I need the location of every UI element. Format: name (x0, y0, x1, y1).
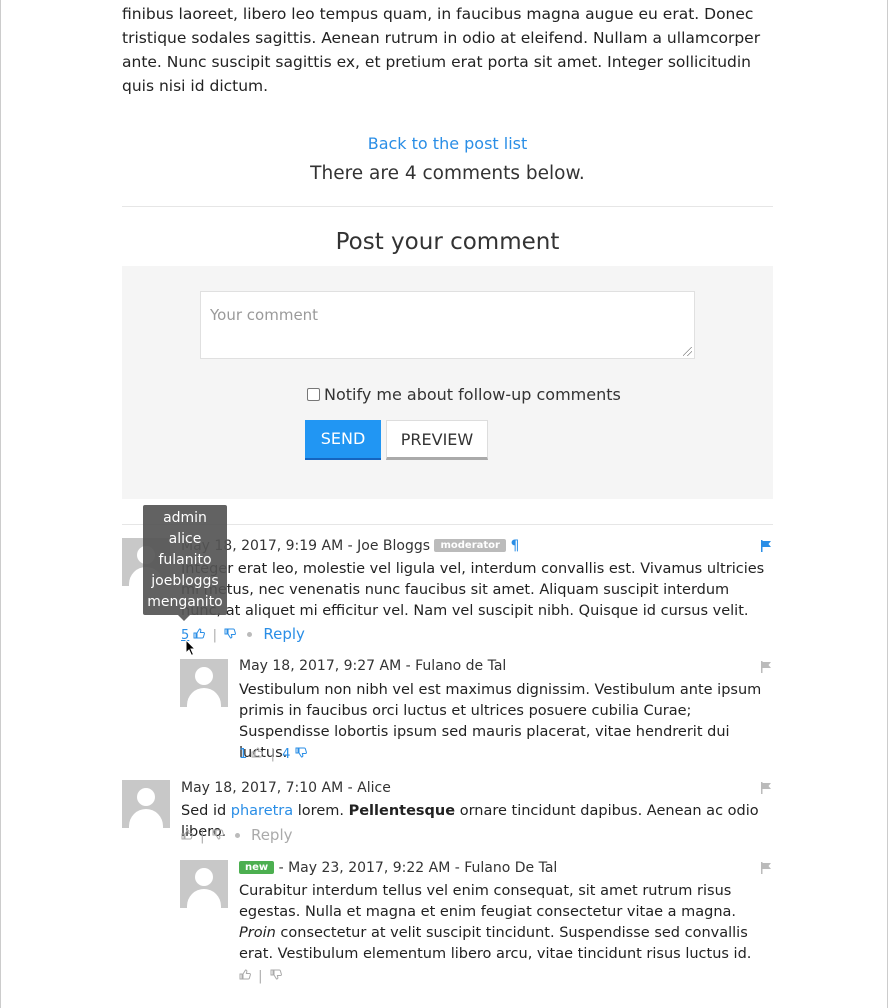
comment-date[interactable]: May 18, 2017, 7:10 AM (181, 780, 343, 796)
comment-author: Joe Bloggs (357, 538, 431, 554)
comment-author: Fulano de Tal (415, 658, 507, 674)
avatar (180, 860, 228, 908)
comment-date[interactable]: May 23, 2017, 9:22 AM (288, 860, 450, 876)
separator-dot (234, 833, 240, 838)
comment-meta: May 18, 2017, 7:10 AM - Alice (181, 780, 391, 796)
avatar (122, 780, 170, 828)
separator-dot (247, 632, 253, 637)
comment-actions: | Reply (181, 826, 293, 844)
separator: | (212, 628, 217, 643)
thumbs-down-icon[interactable] (270, 969, 282, 980)
comment-text: Curabitur interdum tellus vel enim conse… (239, 883, 752, 962)
comment-placeholder: Your comment (210, 306, 319, 324)
notify-checkbox[interactable] (307, 388, 320, 401)
tooltip-user: joebloggs (151, 573, 219, 589)
flag-icon[interactable] (760, 782, 772, 794)
tooltip-arrow (178, 615, 190, 621)
post-comment-title: Post your comment (335, 229, 560, 255)
comment-meta: May 18, 2017, 9:27 AM - Fulano de Tal (239, 658, 507, 674)
comment-meta: May 18, 2017, 9:19 AM - Joe Bloggs moder… (181, 538, 520, 554)
back-to-post-list-link[interactable]: Back to the post list (122, 134, 773, 153)
flag-icon[interactable] (760, 661, 772, 673)
flag-icon[interactable] (760, 540, 772, 552)
comment-textarea[interactable]: Your comment (200, 291, 695, 359)
comment-date[interactable]: May 18, 2017, 9:27 AM (239, 658, 401, 674)
pharetra-link[interactable]: pharetra (231, 803, 293, 819)
thumbs-up-icon[interactable] (193, 628, 206, 639)
comment-text: Integer erat leo, molestie vel ligula ve… (181, 561, 765, 619)
reply-link[interactable]: Reply (251, 826, 293, 844)
tooltip-user: fulanito (158, 552, 212, 568)
flag-icon[interactable] (760, 862, 772, 874)
notify-label: Notify me about follow-up comments (324, 385, 621, 404)
tooltip-user: admin (163, 510, 207, 526)
tooltip-user: alice (168, 531, 202, 547)
separator: | (200, 829, 205, 844)
new-badge: new (239, 861, 275, 874)
thumbs-down-icon[interactable] (295, 747, 307, 758)
resize-handle-icon[interactable] (683, 347, 692, 356)
likes-tooltip: admin alice fulanito joebloggs menganito (143, 505, 227, 621)
thumbs-up-icon[interactable] (181, 829, 193, 840)
comment-actions: 5 | Reply (181, 625, 305, 643)
comment-meta: new - May 23, 2017, 9:22 AM - Fulano De … (239, 860, 557, 876)
moderator-badge: moderator (434, 539, 506, 552)
dislike-count[interactable]: 4 (282, 747, 290, 762)
separator: | (270, 747, 275, 762)
comment-form: Your comment Notify me about follow-up c… (122, 266, 773, 499)
separator: | (258, 969, 263, 984)
comment-author: Fulano De Tal (464, 860, 558, 876)
comment-text: Vestibulum non nibh vel est maximus dign… (239, 682, 762, 761)
permalink-icon[interactable]: ¶ (510, 538, 519, 554)
thumbs-up-icon[interactable] (239, 969, 251, 980)
mouse-cursor-icon (185, 639, 197, 657)
divider (122, 206, 773, 207)
like-count[interactable]: 1 (239, 747, 247, 762)
main-container: finibus laoreet, libero leo tempus quam,… (122, 0, 773, 525)
comment-count-text: There are 4 comments below. (310, 163, 585, 184)
post-body-text: finibus laoreet, libero leo tempus quam,… (122, 5, 761, 95)
notify-option[interactable]: Notify me about follow-up comments (307, 385, 621, 404)
send-button[interactable]: SEND (305, 420, 381, 460)
comment-actions: 1 | 4 (239, 747, 307, 762)
reply-link[interactable]: Reply (263, 625, 305, 643)
tooltip-user: menganito (147, 594, 223, 610)
thumbs-down-icon[interactable] (224, 628, 237, 639)
comment-author: Alice (357, 780, 391, 796)
comment-actions: | (239, 969, 282, 984)
preview-button[interactable]: PREVIEW (386, 420, 488, 460)
avatar (180, 659, 228, 707)
thumbs-down-icon[interactable] (212, 829, 224, 840)
thumbs-up-icon[interactable] (251, 747, 264, 758)
